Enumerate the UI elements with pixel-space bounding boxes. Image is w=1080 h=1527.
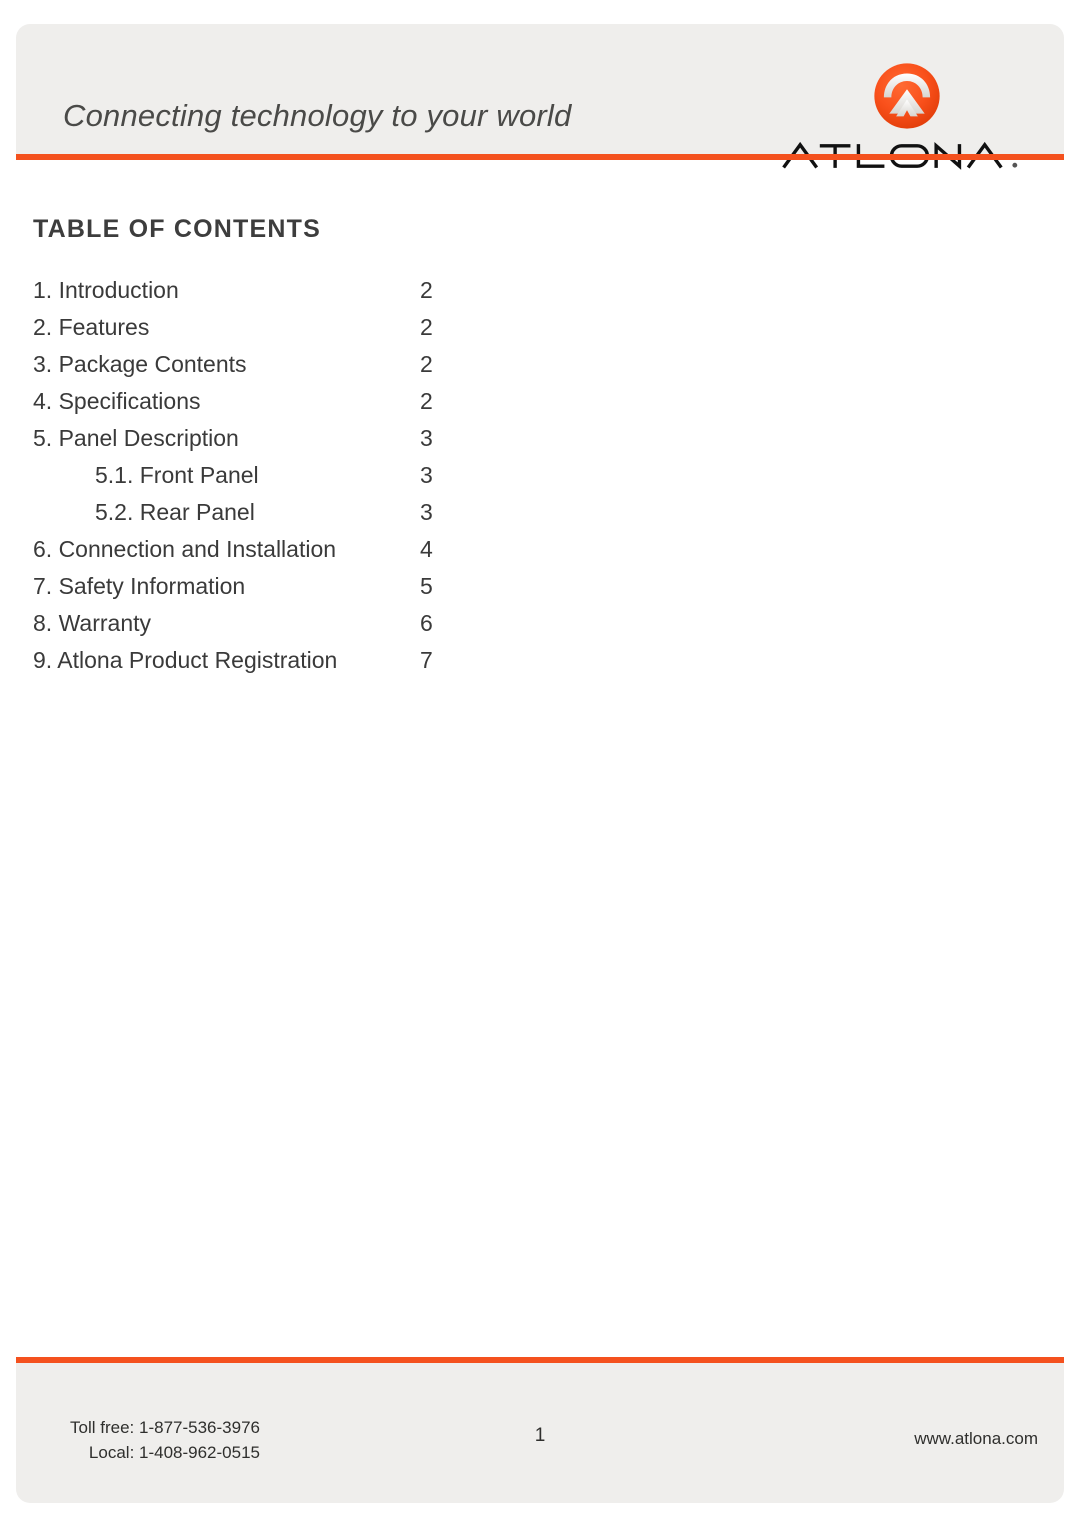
toc-entry-label: 1. Introduction	[33, 277, 179, 303]
toc-entry-page: 6	[420, 610, 433, 636]
header-tagline: Connecting technology to your world	[63, 98, 572, 133]
toc-entry[interactable]: 9. Atlona Product Registration 7	[16, 647, 496, 684]
toc-entry-page: 3	[420, 425, 433, 451]
table-of-contents-list: 1. Introduction 2 2. Features 2 3. Packa…	[16, 277, 496, 684]
page-footer: Toll free: 1-877-536-3976 Local: 1-408-9…	[16, 1363, 1064, 1503]
toc-entry-page: 2	[420, 351, 433, 377]
toc-subentry[interactable]: 5.1. Front Panel 3	[16, 462, 496, 499]
toc-entry-label: 5. Panel Description	[33, 425, 239, 451]
footer-website-link[interactable]: www.atlona.com	[914, 1429, 1038, 1449]
toc-entry-label: 5.2. Rear Panel	[95, 499, 255, 525]
toc-entry[interactable]: 3. Package Contents 2	[16, 351, 496, 388]
toc-entry-label: 9. Atlona Product Registration	[33, 647, 338, 673]
header-accent-rule	[16, 154, 1064, 160]
page-header: Connecting technology to your world	[16, 24, 1064, 170]
page-title: TABLE OF CONTENTS	[33, 215, 321, 243]
toc-entry-label: 2. Features	[33, 314, 150, 340]
toc-entry-label: 7. Safety Information	[33, 573, 246, 599]
toc-entry-page: 3	[420, 462, 433, 488]
toc-entry-page: 5	[420, 573, 433, 599]
toc-entry-label: 4. Specifications	[33, 388, 201, 414]
toc-entry[interactable]: 4. Specifications 2	[16, 388, 496, 425]
toc-entry-page: 2	[420, 314, 433, 340]
toc-entry[interactable]: 1. Introduction 2	[16, 277, 496, 314]
toc-entry-page: 7	[420, 647, 433, 673]
toc-entry-label: 3. Package Contents	[33, 351, 247, 377]
toc-entry-label: 6. Connection and Installation	[33, 536, 337, 562]
toc-entry-label: 8. Warranty	[33, 610, 152, 636]
toc-entry-page: 4	[420, 536, 433, 562]
toc-entry[interactable]: 6. Connection and Installation 4	[16, 536, 496, 573]
toc-entry[interactable]: 5. Panel Description 3	[16, 425, 496, 462]
toc-entry[interactable]: 7. Safety Information 5	[16, 573, 496, 610]
toc-entry[interactable]: 8. Warranty 6	[16, 610, 496, 647]
footer-page-number: 1	[534, 1425, 546, 1446]
toc-entry-page: 3	[420, 499, 433, 525]
toc-entry-page: 2	[420, 388, 433, 414]
toc-entry-label: 5.1. Front Panel	[95, 462, 259, 488]
toc-entry-page: 2	[420, 277, 433, 303]
toc-subentry[interactable]: 5.2. Rear Panel 3	[16, 499, 496, 536]
atlona-logo	[772, 34, 1042, 174]
toc-entry[interactable]: 2. Features 2	[16, 314, 496, 351]
atlona-logo-icon	[874, 63, 940, 129]
